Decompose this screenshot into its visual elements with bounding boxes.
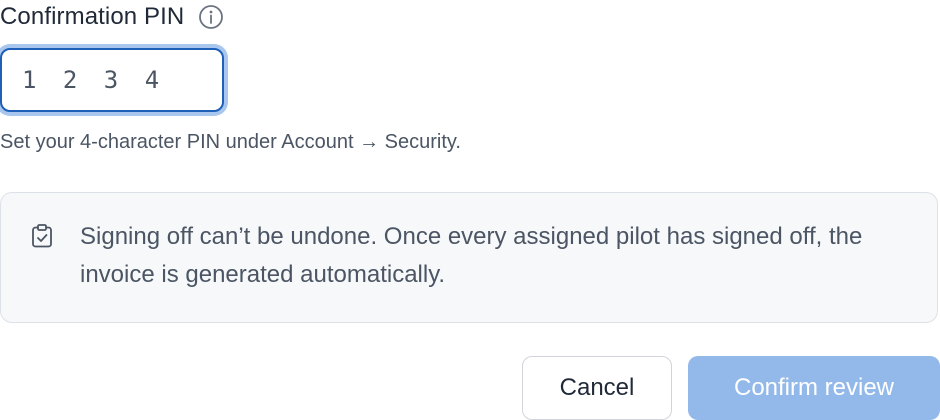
confirm-review-button[interactable]: Confirm review	[688, 356, 940, 420]
sign-off-notice-text: Signing off can’t be undone. Once every …	[80, 223, 863, 288]
clipboard-check-icon	[29, 223, 55, 249]
pin-help-text: Set your 4-character PIN under Account →…	[0, 131, 461, 153]
pin-input[interactable]	[0, 48, 224, 112]
info-icon[interactable]	[198, 4, 224, 30]
pin-field-label: Confirmation PIN	[0, 3, 185, 30]
sign-off-notice: Signing off can’t be undone. Once every …	[0, 192, 938, 323]
pin-label-row: Confirmation PIN	[0, 2, 224, 32]
pin-confirmation-form: Confirmation PIN Set your 4-character PI…	[0, 0, 940, 420]
cancel-button[interactable]: Cancel	[522, 356, 672, 420]
